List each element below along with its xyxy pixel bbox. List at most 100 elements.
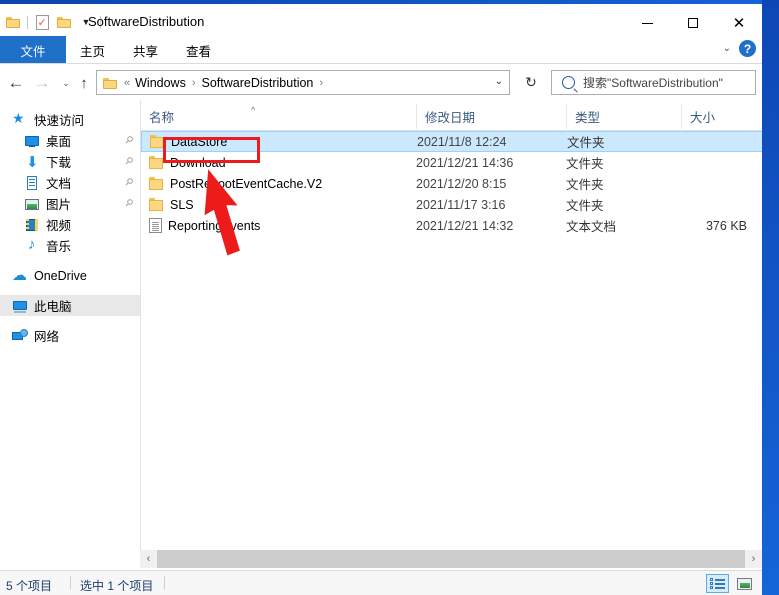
forward-button[interactable]: → (30, 72, 54, 94)
this-pc-icon (12, 298, 28, 314)
pin-icon[interactable]: ⚲ (122, 176, 135, 189)
title-bar: ✓ ▼ SoftwareDistribution ✕ (0, 4, 762, 38)
navigation-pane: 快速访问 桌面 ⚲ 下载 ⚲ 文档 ⚲ 图片 ⚲ (0, 100, 140, 568)
ribbon-tab-bar: 文件 主页 共享 查看 ⌄ ? (0, 36, 762, 64)
address-bar: ← → ⌄ ↑ « Windows › SoftwareDistribution… (0, 66, 762, 100)
scroll-left-button[interactable]: ‹ (140, 550, 157, 568)
sidebar-item-quick-access[interactable]: 快速访问 (0, 109, 140, 130)
file-date-cell: 2021/11/17 3:16 (416, 197, 506, 212)
file-type-cell: 文本文档 (566, 220, 617, 234)
tab-share[interactable]: 共享 (119, 36, 172, 64)
sidebar-item-desktop[interactable]: 桌面 ⚲ (0, 130, 140, 151)
sidebar-item-downloads[interactable]: 下载 ⚲ (0, 151, 140, 172)
search-input[interactable]: 搜索"SoftwareDistribution" (551, 70, 756, 95)
breadcrumb-item-softwaredistribution[interactable]: SoftwareDistribution (201, 76, 315, 90)
refresh-button[interactable]: ↻ (517, 70, 545, 95)
sidebar-item-label: 此电脑 (34, 300, 72, 314)
sort-ascending-caret-icon: ^ (251, 105, 256, 115)
file-date-cell: 2021/12/20 8:15 (416, 176, 507, 191)
scroll-right-button[interactable]: › (745, 550, 762, 568)
selection-count-label: 选中 1 个项目 (80, 579, 154, 593)
download-icon (24, 153, 40, 171)
horizontal-scrollbar[interactable]: ‹ › (140, 550, 762, 568)
nav-group-spacer-1 (0, 256, 140, 265)
window-title: SoftwareDistribution (88, 14, 205, 29)
column-header-type[interactable]: 类型 (566, 104, 681, 129)
file-type-cell: 文件夹 (566, 199, 604, 213)
column-header-date[interactable]: 修改日期 (416, 104, 566, 129)
minimize-button[interactable] (624, 8, 670, 38)
sidebar-item-this-pc[interactable]: 此电脑 (0, 295, 140, 316)
ribbon-divider (0, 63, 762, 64)
file-name-cell: SLS (149, 198, 194, 212)
column-header-size[interactable]: 大小 (681, 104, 762, 129)
qat-divider (27, 15, 28, 29)
explorer-content: 快速访问 桌面 ⚲ 下载 ⚲ 文档 ⚲ 图片 ⚲ (0, 100, 762, 568)
file-type-cell: 文件夹 (567, 136, 605, 150)
sidebar-item-label: 网络 (34, 330, 60, 344)
pin-icon[interactable]: ⚲ (122, 197, 135, 210)
file-date-cell: 2021/12/21 14:36 (416, 155, 514, 170)
sidebar-item-network[interactable]: 网络 (0, 325, 140, 346)
sidebar-item-pictures[interactable]: 图片 ⚲ (0, 193, 140, 214)
sidebar-item-label: 图片 (46, 198, 72, 212)
expand-ribbon-chevron-icon[interactable]: ⌄ (723, 43, 731, 54)
status-divider-2 (164, 576, 165, 590)
breadcrumb-separator-1[interactable]: › (187, 77, 201, 89)
breadcrumb-overflow-icon[interactable]: « (122, 77, 134, 89)
pin-icon[interactable]: ⚲ (122, 155, 135, 168)
search-placeholder: 搜索"SoftwareDistribution" (583, 76, 723, 90)
up-button[interactable]: ↑ (72, 72, 96, 94)
breadcrumb[interactable]: « Windows › SoftwareDistribution › ⌄ (96, 70, 510, 95)
properties-icon[interactable]: ✓ (31, 12, 53, 32)
breadcrumb-separator-2[interactable]: › (314, 77, 328, 89)
tab-file[interactable]: 文件 (0, 36, 66, 64)
sidebar-item-label: OneDrive (34, 268, 87, 283)
sidebar-item-label: 文档 (46, 177, 72, 191)
large-icons-view-button[interactable] (733, 574, 756, 593)
search-icon (562, 76, 575, 89)
music-icon (24, 236, 40, 254)
explorer-folder-icon[interactable] (2, 12, 24, 32)
folder-icon (149, 156, 164, 169)
sidebar-item-label: 下载 (46, 156, 72, 170)
tab-view[interactable]: 查看 (172, 36, 225, 64)
close-button[interactable]: ✕ (716, 8, 762, 38)
scrollbar-thumb[interactable] (157, 550, 745, 568)
ribbon-tabs: 文件 主页 共享 查看 (0, 36, 225, 64)
new-folder-icon[interactable] (53, 12, 75, 32)
status-divider-1 (70, 576, 71, 590)
view-mode-buttons (706, 574, 756, 593)
nav-group-spacer-3 (0, 316, 140, 325)
column-header-label: 类型 (575, 111, 601, 125)
network-icon (12, 328, 28, 344)
large-icons-view-icon (737, 577, 752, 590)
star-icon (12, 110, 28, 128)
maximize-button[interactable] (670, 8, 716, 38)
sidebar-item-label: 快速访问 (34, 114, 85, 128)
help-icon[interactable]: ? (739, 40, 756, 57)
sidebar-item-documents[interactable]: 文档 ⚲ (0, 172, 140, 193)
file-type-cell: 文件夹 (566, 178, 604, 192)
pin-icon[interactable]: ⚲ (122, 134, 135, 147)
file-date-cell: 2021/11/8 12:24 (417, 134, 507, 149)
videos-icon (24, 217, 40, 233)
column-header-name[interactable]: 名称 ^ (141, 104, 416, 129)
details-view-button[interactable] (706, 574, 729, 593)
sidebar-item-videos[interactable]: 视频 (0, 214, 140, 235)
sidebar-item-music[interactable]: 音乐 (0, 235, 140, 256)
back-button[interactable]: ← (4, 72, 28, 94)
text-file-icon (149, 218, 162, 233)
folder-icon (149, 198, 164, 211)
item-count-label: 5 个项目 (6, 579, 53, 593)
sidebar-item-onedrive[interactable]: OneDrive (0, 265, 140, 286)
ribbon-right-controls: ⌄ ? (723, 40, 756, 57)
file-name-label: SLS (170, 197, 194, 212)
documents-icon (24, 175, 40, 191)
file-explorer-window: ✓ ▼ SoftwareDistribution ✕ 文件 主页 共享 查看 ⌄… (0, 0, 762, 595)
tab-home[interactable]: 主页 (66, 36, 119, 64)
pictures-icon (24, 196, 40, 212)
sidebar-item-label: 音乐 (46, 240, 72, 254)
breadcrumb-item-windows[interactable]: Windows (134, 76, 187, 90)
breadcrumb-dropdown-icon[interactable]: ⌄ (495, 76, 503, 87)
